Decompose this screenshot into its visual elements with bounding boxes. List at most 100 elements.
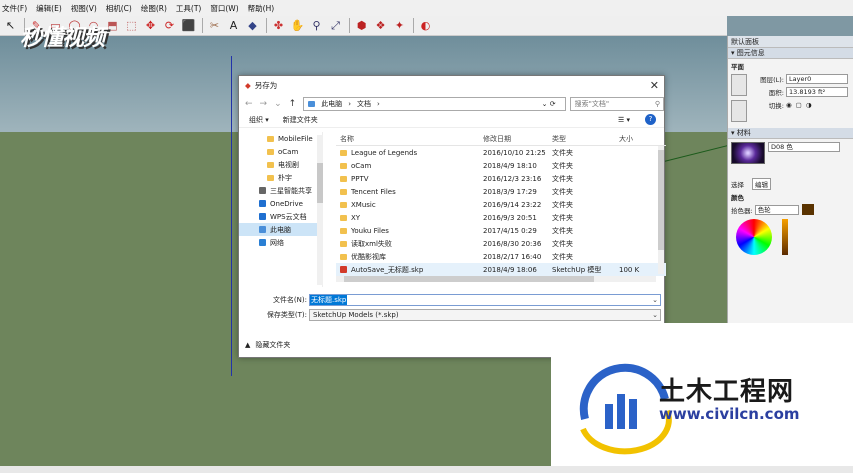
visible-toggle-icon[interactable]: ◉	[786, 101, 792, 109]
zoom-tool-icon[interactable]: ⚲	[308, 17, 325, 34]
picker-select[interactable]: 色轮	[754, 204, 799, 215]
material-name-input[interactable]: D08 色	[768, 142, 840, 152]
command-bar: 组织 ▾ 新建文件夹 ☰ ▾ ?	[239, 112, 664, 128]
search-placeholder: 搜索"文档"	[574, 99, 610, 108]
menu-item[interactable]: 帮助(H)	[248, 3, 275, 14]
file-list-vscrollbar-thumb[interactable]	[658, 150, 664, 250]
shadow-toggle-icon[interactable]: ◑	[806, 101, 812, 109]
breadcrumb-item[interactable]: 此电脑	[321, 99, 342, 109]
filetype-dropdown-icon[interactable]: ⌄	[652, 311, 658, 319]
file-list-hscrollbar[interactable]	[336, 276, 656, 282]
hide-folders-toggle[interactable]: ▲ 隐藏文件夹	[245, 340, 290, 350]
menu-item[interactable]: 工具(T)	[176, 3, 201, 14]
nav-item[interactable]: 朴宇	[239, 171, 322, 184]
select-tool-icon[interactable]: ↖	[2, 17, 19, 34]
material-preview	[731, 142, 765, 164]
scale-tool-icon[interactable]: ⬛	[180, 17, 197, 34]
paint-bucket-icon[interactable]: ◆	[244, 17, 261, 34]
menu-item[interactable]: 窗口(W)	[210, 3, 238, 14]
file-row[interactable]: XY 2016/9/3 20:51 文件夹	[336, 211, 666, 224]
file-row[interactable]: League of Legends 2016/10/10 21:25 文件夹	[336, 146, 666, 159]
navigation-scrollbar-thumb[interactable]	[317, 163, 323, 203]
layer-row: 图层(L): Layer0	[751, 72, 853, 85]
filename-input[interactable]: 无标题.skp ⌄	[309, 293, 661, 306]
forward-arrow-icon[interactable]: →	[260, 99, 268, 109]
warehouse-icon[interactable]: ⬢	[353, 17, 370, 34]
lock-toggle-icon[interactable]: ▢	[796, 101, 802, 109]
file-row[interactable]: Tencent Files 2018/3/9 17:29 文件夹	[336, 185, 666, 198]
tab-select[interactable]: 选择	[731, 179, 744, 189]
column-type[interactable]: 类型	[552, 134, 619, 144]
nav-item[interactable]: WPS云文档	[239, 210, 322, 223]
nav-item[interactable]: 三星智能共享	[239, 184, 322, 197]
address-bar[interactable]: 此电脑 › 文档 › ⌄ ⟳	[303, 96, 566, 111]
menu-item[interactable]: 相机(C)	[106, 3, 132, 14]
view-options-icon[interactable]: ☰ ▾	[618, 116, 630, 124]
file-row[interactable]: AutoSave_无标题.skp 2018/4/9 18:06 SketchUp 模…	[336, 263, 666, 276]
nav-item[interactable]: MobileFile	[239, 132, 322, 145]
filetype-select[interactable]: SketchUp Models (*.skp) ⌄	[309, 308, 661, 321]
file-name-cell: 读取xml失败	[336, 239, 483, 249]
column-date[interactable]: 修改日期	[483, 134, 552, 144]
save-as-dialog: ◆ 另存为 ✕ ← → ⌄ ↑ 此电脑 › 文档 › ⌄ ⟳ 搜索"文档" ⚲ 组织 ▾…	[238, 75, 666, 358]
entity-info-header[interactable]: ▾ 图元信息	[728, 48, 853, 59]
menu-item[interactable]: 编辑(E)	[36, 3, 62, 14]
tape-measure-icon[interactable]: ✂	[206, 17, 223, 34]
color-wheel[interactable]	[736, 219, 772, 255]
file-row[interactable]: Youku Files 2017/4/15 0:29 文件夹	[336, 224, 666, 237]
breadcrumb-item[interactable]: 文档	[357, 99, 371, 109]
column-size[interactable]: 大小	[619, 134, 655, 144]
tab-edit[interactable]: 编辑	[752, 177, 771, 190]
file-row[interactable]: PPTV 2016/12/3 23:16 文件夹	[336, 172, 666, 185]
send-to-layout-icon[interactable]: ◐	[417, 17, 434, 34]
file-type: 文件夹	[552, 148, 573, 157]
folder-icon	[267, 161, 274, 168]
file-row[interactable]: 读取xml失败 2016/8/30 20:36 文件夹	[336, 237, 666, 250]
search-input[interactable]: 搜索"文档" ⚲	[569, 96, 664, 111]
filename-dropdown-icon[interactable]: ⌄	[652, 296, 658, 304]
organize-button[interactable]: 组织 ▾	[249, 115, 269, 125]
rotate-tool-icon[interactable]: ⟳	[161, 17, 178, 34]
pan-tool-icon[interactable]: ✋	[289, 17, 306, 34]
nav-item[interactable]: 电视剧	[239, 158, 322, 171]
extension-warehouse-icon[interactable]: ✦	[391, 17, 408, 34]
menu-item[interactable]: 绘图(R)	[141, 3, 167, 14]
navigation-scrollbar[interactable]	[317, 135, 323, 285]
file-row[interactable]: XMusic 2016/9/14 23:22 文件夹	[336, 198, 666, 211]
address-dropdown-icon[interactable]: ⌄ ⟳	[542, 100, 559, 108]
file-list-vscrollbar[interactable]	[658, 146, 664, 274]
file-type: 文件夹	[552, 213, 573, 222]
help-icon[interactable]: ?	[645, 114, 656, 125]
default-tray: 默认面板 ▾ 图元信息 平面 图层(L): Layer0 面积: 13.8193…	[727, 36, 853, 326]
zoom-extents-icon[interactable]: ⤢	[327, 17, 344, 34]
orbit-tool-icon[interactable]: ✤	[270, 17, 287, 34]
offset-tool-icon[interactable]: ⬚	[123, 17, 140, 34]
up-arrow-icon[interactable]: ↑	[289, 99, 297, 109]
menu-item[interactable]: 文件(F)	[2, 3, 27, 14]
file-row[interactable]: oCam 2018/4/9 18:10 文件夹	[336, 159, 666, 172]
push-pull-tool-icon[interactable]: ⬒	[104, 17, 121, 34]
filetype-label: 保存类型(T):	[266, 310, 307, 319]
components-icon[interactable]: ❖	[372, 17, 389, 34]
nav-item[interactable]: oCam	[239, 145, 322, 158]
nav-item[interactable]: 网络	[239, 236, 322, 249]
column-name[interactable]: 名称	[336, 134, 483, 144]
back-material-swatch[interactable]	[731, 100, 747, 122]
text-tool-icon[interactable]: A	[225, 17, 242, 34]
breadcrumb-separator[interactable]: ›	[377, 100, 380, 108]
nav-item[interactable]: 此电脑	[239, 223, 322, 236]
nav-item[interactable]: OneDrive	[239, 197, 322, 210]
file-list-hscrollbar-thumb[interactable]	[344, 276, 594, 282]
breadcrumb-separator[interactable]: ›	[348, 100, 351, 108]
layer-select[interactable]: Layer0	[786, 73, 848, 84]
brightness-slider[interactable]	[782, 219, 788, 255]
materials-header[interactable]: ▾ 材料	[728, 128, 853, 139]
recent-chevron-icon[interactable]: ⌄	[274, 99, 282, 109]
move-tool-icon[interactable]: ✥	[142, 17, 159, 34]
close-button[interactable]: ✕	[650, 79, 659, 92]
file-row[interactable]: 优酷影视库 2018/2/17 16:40 文件夹	[336, 250, 666, 263]
front-material-swatch[interactable]	[731, 74, 747, 96]
menu-item[interactable]: 视图(V)	[71, 3, 97, 14]
new-folder-button[interactable]: 新建文件夹	[283, 115, 318, 125]
back-arrow-icon[interactable]: ←	[245, 99, 253, 109]
